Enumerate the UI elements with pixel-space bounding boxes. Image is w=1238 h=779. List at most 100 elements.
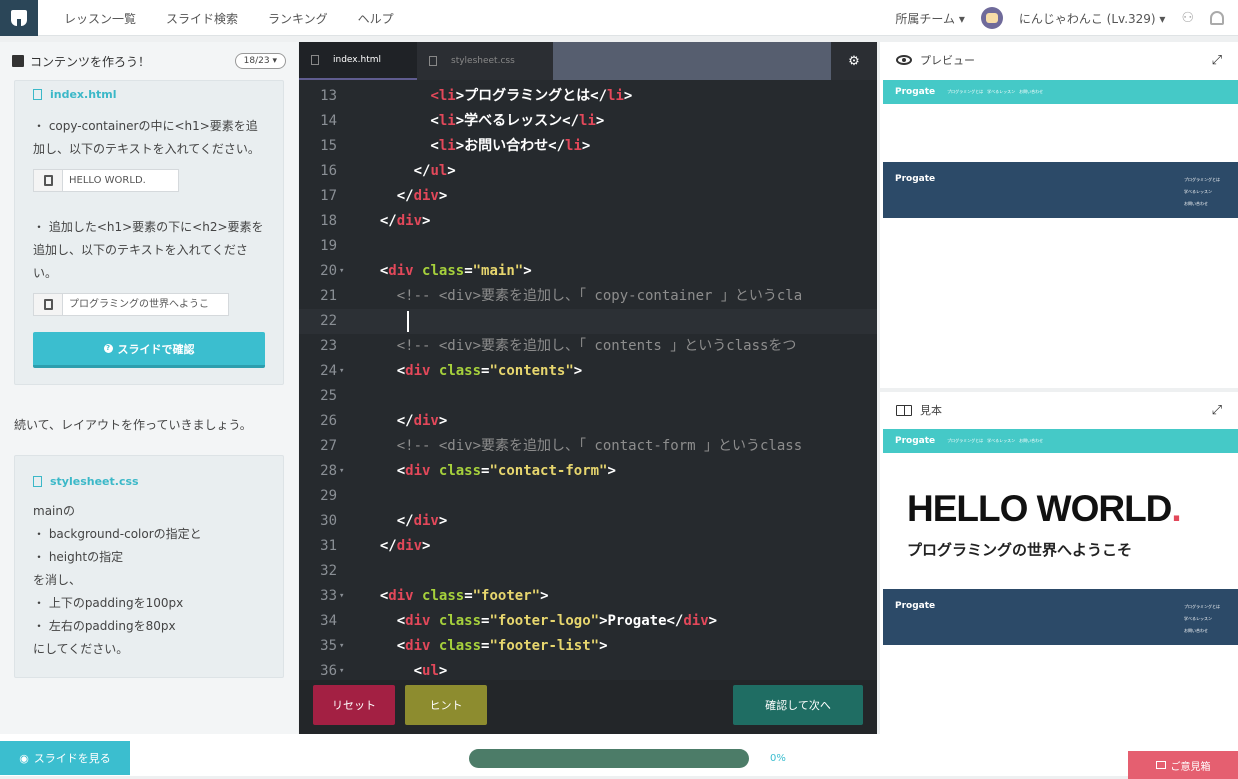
document-icon	[311, 55, 319, 65]
code-line[interactable]: 28 ▾ <div class="contact-form">	[299, 459, 877, 484]
code-text: <!-- <div>要素を追加し、「 contents 」というclassをつ	[396, 338, 797, 354]
code-line[interactable]: 19	[299, 234, 877, 259]
code-text: <li>プログラミングとは</li>	[430, 88, 633, 104]
expand-icon[interactable]: ⤢	[1212, 53, 1222, 68]
copy-text-field[interactable]: プログラミングの世界へようこ	[63, 293, 229, 316]
line-number: 20	[320, 263, 337, 279]
preview-site-header: Progate プログラミングとは 学べるレッスン お問い合わせ	[883, 80, 1238, 104]
nav-lesson-list[interactable]: レッスン一覧	[64, 10, 136, 27]
code-text: <div class="contents">	[363, 363, 583, 379]
preview-footer-logo: Progate	[895, 174, 936, 184]
footer-list-item: プログラミングとは	[1184, 604, 1220, 609]
tab-bar-fill	[553, 42, 831, 80]
code-line-current[interactable]: 22	[299, 309, 877, 334]
check-next-button[interactable]: 確認して次へ	[733, 685, 863, 725]
nav-help[interactable]: ヘルプ	[358, 10, 394, 27]
code-line[interactable]: 32	[299, 559, 877, 584]
css-instructions: mainの ・ background-colorの指定と ・ heightの指定…	[33, 500, 265, 661]
user-menu[interactable]: にんじゃわんこ (Lv.329) ▾	[1019, 10, 1166, 27]
reset-button[interactable]: リセット	[313, 685, 395, 725]
view-slides-button[interactable]: ◉ スライドを見る	[0, 741, 130, 775]
clipboard-icon	[43, 175, 53, 186]
code-line[interactable]: 36 ▾ <ul>	[299, 659, 877, 680]
code-line[interactable]: 18 </div>	[299, 209, 877, 234]
copy-button[interactable]	[33, 293, 63, 316]
code-line[interactable]: 14 <li>学べるレッスン</li>	[299, 109, 877, 134]
nav-ranking[interactable]: ランキング	[268, 10, 328, 27]
instruction-text: ・ copy-containerの中に<h1>要素を追加し、以下のテキストを入れ…	[33, 119, 260, 156]
line-number: 14	[320, 113, 337, 129]
code-text: <!-- <div>要素を追加し、「 copy-container 」というcl…	[396, 288, 803, 304]
sample-header: 見本 ⤢	[880, 392, 1238, 428]
code-line[interactable]: 25	[299, 384, 877, 409]
code-line[interactable]: 29	[299, 484, 877, 509]
code-text: <ul>	[363, 663, 448, 679]
code-area[interactable]: 13 <li>プログラミングとは</li> 14 <li>学べるレッスン</li>…	[299, 80, 877, 680]
code-line[interactable]: 30 </div>	[299, 509, 877, 534]
fold-toggle-icon[interactable]: ▾	[339, 359, 344, 384]
footer-list-item: プログラミングとは	[1184, 177, 1220, 182]
footer-list-item: お問い合わせ	[1184, 628, 1208, 633]
line-number: 32	[320, 563, 337, 579]
progate-logo[interactable]	[0, 0, 38, 36]
code-line[interactable]: 15 <li>お問い合わせ</li>	[299, 134, 877, 159]
heading-text: HELLO WORLD	[907, 488, 1172, 529]
people-icon[interactable]: ⚇	[1181, 10, 1194, 26]
bell-icon[interactable]	[1210, 11, 1224, 25]
preview-footer-list: プログラミングとは 学べるレッスン お問い合わせ	[1184, 174, 1220, 210]
line-number: 13	[320, 88, 337, 104]
tab-stylesheet-css[interactable]: stylesheet.css	[417, 42, 553, 80]
open-book-icon	[896, 404, 912, 416]
code-line[interactable]: 21 <!-- <div>要素を追加し、「 copy-container 」とい…	[299, 284, 877, 309]
copy-row: HELLO WORLD.	[33, 169, 265, 192]
code-text: </div>	[363, 513, 448, 529]
expand-icon[interactable]: ⤢	[1212, 403, 1222, 418]
preview-nav: プログラミングとは 学べるレッスン お問い合わせ	[947, 89, 1044, 94]
gear-icon[interactable]: ⚙	[831, 42, 877, 80]
editor-footer: リセット ヒント 確認して次へ	[299, 680, 877, 734]
code-line[interactable]: 17 </div>	[299, 184, 877, 209]
instruction-line: ・ heightの指定	[33, 550, 124, 564]
file-name: index.html	[50, 87, 117, 101]
code-text: </ul>	[363, 163, 456, 179]
footer-list-item: 学べるレッスン	[1184, 189, 1212, 194]
code-line[interactable]: 20 ▾ <div class="main">	[299, 259, 877, 284]
line-number: 30	[320, 513, 337, 529]
feedback-button[interactable]: ご意見箱	[1128, 751, 1238, 779]
line-number: 19	[320, 238, 337, 254]
line-number: 33	[320, 588, 337, 604]
check-slide-button[interactable]: ? スライドで確認	[33, 332, 265, 368]
code-text: <!-- <div>要素を追加し、「 contact-form 」というclas…	[396, 438, 803, 454]
copy-text-field[interactable]: HELLO WORLD.	[63, 169, 179, 192]
footer-list-item: 学べるレッスン	[1184, 616, 1212, 621]
code-editor: index.html stylesheet.css ⚙ 13 <li>プログラミ…	[299, 42, 877, 734]
nav-slide-search[interactable]: スライド検索	[166, 10, 238, 27]
line-number: 22	[320, 313, 337, 329]
code-text: <div class="footer-list">	[363, 638, 608, 654]
fold-toggle-icon[interactable]: ▾	[339, 634, 344, 659]
code-line[interactable]: 23 <!-- <div>要素を追加し、「 contents 」というclass…	[299, 334, 877, 359]
instruction-header: コンテンツを作ろう！ 18/23 ▾	[0, 42, 298, 80]
hint-button[interactable]: ヒント	[405, 685, 487, 725]
code-line[interactable]: 26 </div>	[299, 409, 877, 434]
code-line[interactable]: 33 ▾ <div class="footer">	[299, 584, 877, 609]
fold-toggle-icon[interactable]: ▾	[339, 584, 344, 609]
avatar[interactable]	[980, 7, 1003, 29]
fold-toggle-icon[interactable]: ▾	[339, 259, 344, 284]
slide-counter[interactable]: 18/23 ▾	[234, 53, 286, 69]
code-line[interactable]: 24 ▾ <div class="contents">	[299, 359, 877, 384]
tab-index-html[interactable]: index.html	[299, 42, 417, 80]
team-dropdown[interactable]: 所属チーム ▾	[895, 10, 964, 27]
code-line[interactable]: 16 </ul>	[299, 159, 877, 184]
code-line[interactable]: 35 ▾ <div class="footer-list">	[299, 634, 877, 659]
code-line[interactable]: 13 <li>プログラミングとは</li>	[299, 84, 877, 109]
copy-button[interactable]	[33, 169, 63, 192]
preview-title: プレビュー	[920, 54, 975, 67]
code-line[interactable]: 27 <!-- <div>要素を追加し、「 contact-form 」というc…	[299, 434, 877, 459]
sample-logo: Progate	[895, 436, 936, 446]
code-line[interactable]: 31 </div>	[299, 534, 877, 559]
code-line[interactable]: 34 <div class="footer-logo">Progate</div…	[299, 609, 877, 634]
fold-toggle-icon[interactable]: ▾	[339, 659, 344, 680]
copy-row: プログラミングの世界へようこ	[33, 293, 265, 316]
fold-toggle-icon[interactable]: ▾	[339, 459, 344, 484]
